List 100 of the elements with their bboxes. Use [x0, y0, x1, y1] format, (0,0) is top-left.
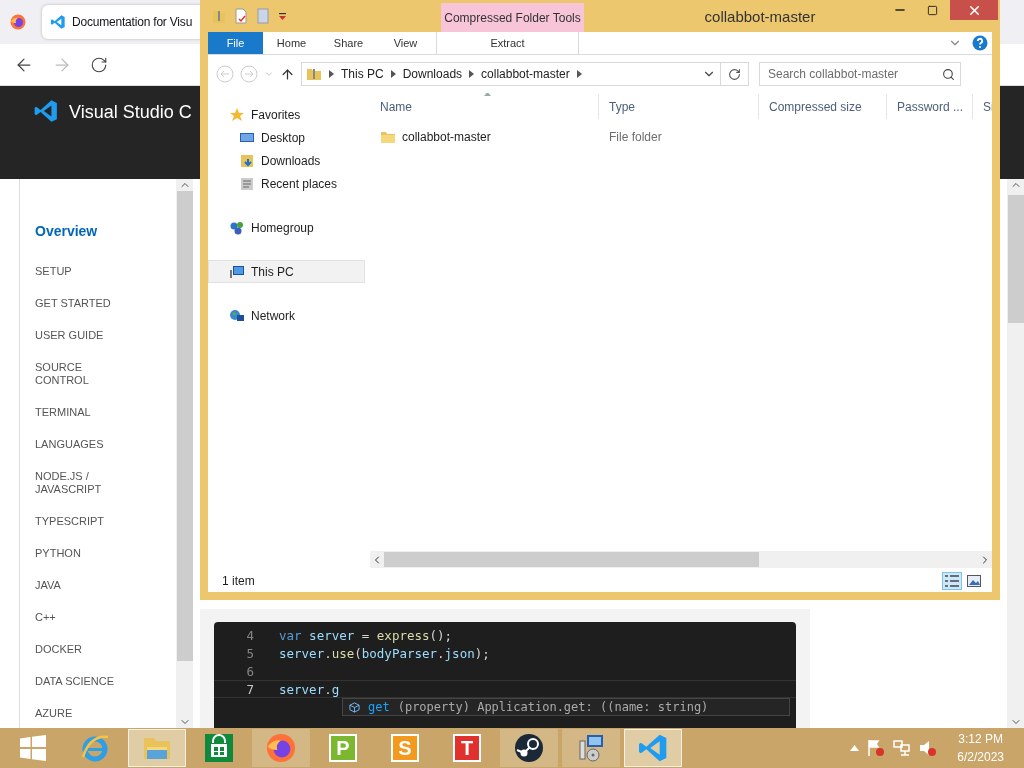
close-button[interactable] [950, 0, 998, 20]
docs-nav-link[interactable]: DATA SCIENCE [35, 675, 135, 688]
chevron-right-icon [329, 70, 334, 78]
shopping-bag-icon [205, 734, 233, 762]
line-number: 7 [245, 681, 254, 697]
nav-pane-item[interactable]: Homegroup [208, 216, 365, 239]
address-bar[interactable]: This PC Downloads collabbot-master [301, 62, 721, 86]
maximize-icon [926, 4, 938, 16]
docs-nav-link[interactable]: Overview [35, 223, 135, 239]
horizontal-scrollbar[interactable] [370, 551, 992, 568]
breadcrumb[interactable]: collabbot-master [481, 67, 570, 81]
docs-nav-link[interactable]: LANGUAGES [35, 438, 135, 451]
reload-icon[interactable] [90, 55, 108, 74]
nav-pane-item[interactable]: Downloads [208, 149, 365, 172]
document-check-icon[interactable] [234, 8, 248, 24]
folder-icon [142, 735, 172, 761]
cube-icon [349, 701, 360, 713]
firefox-icon [10, 14, 26, 30]
up-icon[interactable] [280, 66, 295, 82]
code-line: server.g [279, 681, 340, 697]
details-view-icon [945, 575, 959, 587]
tiles-view-button[interactable] [964, 572, 984, 590]
dropdown-icon[interactable] [278, 11, 287, 21]
docs-nav-link[interactable]: JAVA [35, 579, 135, 592]
flag-error-icon[interactable] [867, 739, 886, 757]
line-number: 4 [245, 627, 254, 643]
ribbon-tab[interactable]: File [208, 32, 263, 54]
download-folder-icon [239, 152, 255, 169]
code-line: server.use(bodyParser.json); [279, 645, 490, 661]
computer-icon [229, 263, 245, 280]
docs-nav-link[interactable]: SOURCE CONTROL [35, 361, 135, 387]
windows-logo-icon [20, 735, 46, 761]
folder-icon [306, 66, 322, 82]
nav-pane-item[interactable]: Favorites [208, 103, 365, 126]
vscode-logo-icon [33, 98, 59, 124]
firefox-icon [266, 733, 296, 763]
folder-icon[interactable] [256, 8, 270, 24]
globe-network-icon [229, 307, 245, 324]
tiles-view-icon [967, 575, 981, 587]
star-icon [229, 106, 245, 123]
ribbon-tab[interactable]: Extract [436, 32, 579, 54]
autocomplete-suggestion[interactable]: get (property) Application.get: ((name: string) [342, 698, 790, 716]
forward-icon[interactable] [240, 65, 258, 83]
docs-nav-link[interactable]: DOCKER [35, 643, 135, 656]
line-number: 5 [245, 645, 254, 661]
column-header[interactable]: Name [370, 94, 599, 119]
docs-nav-link[interactable]: AZURE [35, 707, 135, 720]
details-view-button[interactable] [942, 572, 962, 590]
nav-pane-item[interactable]: This PC [208, 260, 365, 283]
column-header[interactable]: Si [973, 94, 992, 119]
column-header[interactable]: Password ... [887, 94, 973, 119]
nav-pane-item[interactable]: Desktop [208, 126, 365, 149]
breadcrumb[interactable]: This PC [341, 67, 384, 81]
docs-nav-link[interactable]: C++ [35, 611, 135, 624]
app-letter-icon: T [453, 734, 481, 762]
site-title[interactable]: Visual Studio C [69, 98, 192, 126]
breadcrumb[interactable]: Downloads [402, 67, 463, 81]
docs-nav-link[interactable]: SETUP [35, 265, 135, 278]
nav-pane-item[interactable]: Recent places [208, 172, 365, 195]
scroll-thumb[interactable] [384, 552, 759, 567]
context-tab-header: Compressed Folder Tools [441, 3, 584, 32]
caret-up-icon[interactable] [850, 745, 860, 751]
docs-nav-link[interactable]: NODE.JS / JAVASCRIPT [35, 470, 135, 496]
column-header[interactable]: Compressed size [759, 94, 887, 119]
app-letter-icon: S [391, 734, 419, 762]
help-icon[interactable] [972, 35, 988, 51]
vscode-logo-icon [637, 732, 669, 764]
docs-nav-link[interactable]: TERMINAL [35, 406, 135, 419]
steam-icon [514, 733, 544, 763]
sort-arrow-icon [484, 93, 491, 96]
refresh-button[interactable] [721, 62, 749, 86]
file-name[interactable]: collabbot-master [402, 130, 491, 144]
code-line: var server = express(); [279, 627, 453, 643]
speaker-muted-icon[interactable] [919, 739, 938, 757]
scroll-thumb[interactable] [1007, 195, 1024, 323]
status-text: 1 item [222, 574, 255, 588]
people-icon [229, 219, 245, 236]
refresh-icon [728, 67, 741, 81]
app-letter-icon: P [329, 734, 357, 762]
chevron-right-icon [469, 70, 475, 78]
docs-nav-link[interactable]: PYTHON [35, 547, 135, 560]
nav-pane-item[interactable]: Network [208, 304, 365, 327]
docs-nav-link[interactable]: TYPESCRIPT [35, 515, 135, 528]
network-icon[interactable] [893, 739, 912, 757]
folder-icon [380, 130, 396, 144]
chevron-right-icon [576, 70, 582, 78]
ie-e-icon [80, 733, 110, 763]
scrollbar[interactable] [1007, 179, 1024, 728]
docs-nav-link[interactable]: GET STARTED [35, 297, 135, 310]
chevron-right-icon [390, 70, 396, 78]
docs-nav-link[interactable]: USER GUIDE [35, 329, 135, 342]
line-number: 6 [245, 663, 254, 679]
table-cell: File folder [609, 130, 662, 144]
recent-places-icon [239, 175, 255, 192]
taskbar-app-button[interactable] [500, 729, 558, 767]
column-header[interactable]: Type [599, 94, 759, 119]
folder-icon [212, 8, 226, 24]
recent-locations-icon[interactable] [264, 69, 274, 79]
window-title: collabbot-master [703, 7, 817, 25]
taskbar-app-button[interactable]: T [438, 729, 496, 767]
